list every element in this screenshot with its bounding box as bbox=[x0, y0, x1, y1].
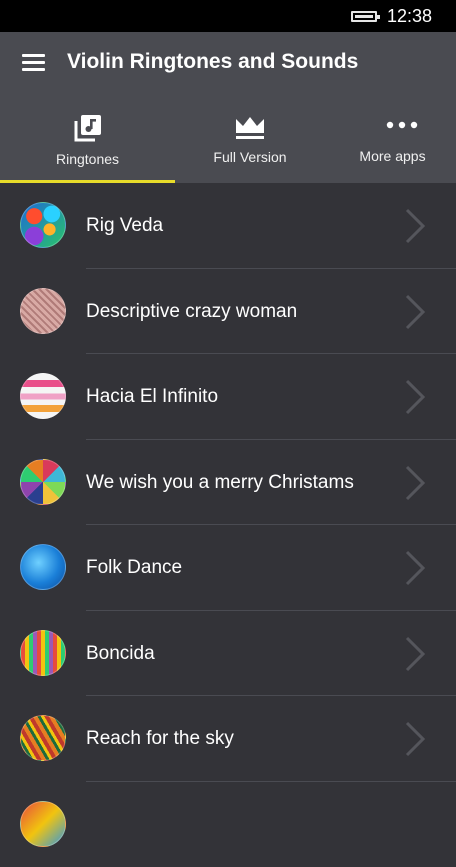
list-item[interactable]: We wish you a merry Christams bbox=[0, 440, 456, 526]
ringtone-title: We wish you a merry Christams bbox=[86, 472, 354, 494]
more-dots-icon bbox=[386, 120, 418, 130]
status-bar: 12:38 bbox=[0, 0, 456, 32]
app-title: Violin Ringtones and Sounds bbox=[67, 50, 358, 74]
ringtone-thumbnail bbox=[20, 715, 66, 761]
ringtone-thumbnail bbox=[20, 373, 66, 419]
ringtone-list: Rig Veda Descriptive crazy woman Hacia E… bbox=[0, 183, 456, 867]
tab-ringtones-label: Ringtones bbox=[0, 151, 175, 167]
ringtone-thumbnail bbox=[20, 801, 66, 847]
chevron-right-icon bbox=[404, 464, 428, 502]
tab-more-apps[interactable]: More apps bbox=[325, 104, 456, 183]
ringtone-thumbnail bbox=[20, 202, 66, 248]
chevron-right-icon bbox=[404, 720, 428, 758]
tab-full-version[interactable]: Full Version bbox=[175, 104, 325, 183]
battery-icon bbox=[351, 11, 377, 22]
list-item[interactable]: Folk Dance bbox=[0, 525, 456, 611]
ringtone-thumbnail bbox=[20, 288, 66, 334]
ringtone-title: Hacia El Infinito bbox=[86, 386, 218, 408]
tab-bar: Ringtones Full Version More apps bbox=[0, 104, 456, 183]
ringtone-thumbnail bbox=[20, 459, 66, 505]
list-item[interactable]: Hacia El Infinito bbox=[0, 354, 456, 440]
music-library-icon bbox=[72, 112, 104, 144]
list-item[interactable]: Descriptive crazy woman bbox=[0, 269, 456, 355]
chevron-right-icon bbox=[404, 378, 428, 416]
crown-icon bbox=[234, 113, 266, 141]
hamburger-menu-icon[interactable] bbox=[22, 54, 46, 74]
list-item[interactable]: Rig Veda bbox=[0, 183, 456, 269]
ringtone-thumbnail bbox=[20, 630, 66, 676]
ringtone-title: Folk Dance bbox=[86, 557, 182, 579]
list-item[interactable]: Reach for the sky bbox=[0, 696, 456, 782]
tab-ringtones[interactable]: Ringtones bbox=[0, 104, 175, 183]
ringtone-title: Boncida bbox=[86, 643, 155, 665]
chevron-right-icon bbox=[404, 549, 428, 587]
list-item[interactable] bbox=[0, 782, 456, 867]
chevron-right-icon bbox=[404, 207, 428, 245]
ringtone-title: Descriptive crazy woman bbox=[86, 301, 297, 323]
ringtone-thumbnail bbox=[20, 544, 66, 590]
tab-full-version-label: Full Version bbox=[175, 149, 325, 165]
ringtone-title: Rig Veda bbox=[86, 215, 163, 237]
ringtone-title: Reach for the sky bbox=[86, 728, 234, 750]
chevron-right-icon bbox=[404, 635, 428, 673]
tab-more-apps-label: More apps bbox=[329, 148, 456, 164]
status-time: 12:38 bbox=[387, 6, 432, 27]
app-header: Violin Ringtones and Sounds Ringtones Fu… bbox=[0, 32, 456, 183]
chevron-right-icon bbox=[404, 293, 428, 331]
list-item[interactable]: Boncida bbox=[0, 611, 456, 697]
